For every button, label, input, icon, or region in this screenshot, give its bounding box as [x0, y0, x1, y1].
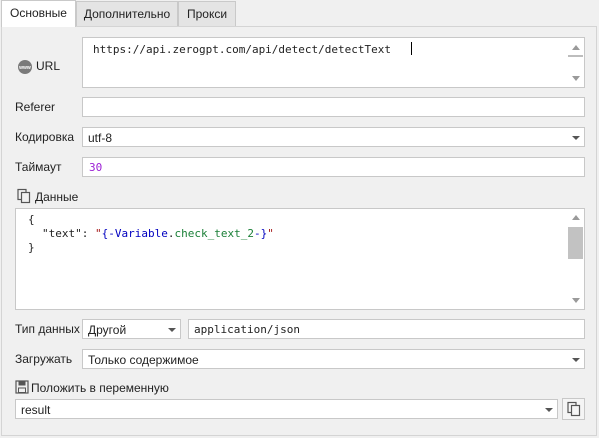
copy-variable-button[interactable]	[562, 398, 585, 420]
encoding-label: Кодировка	[15, 130, 75, 144]
url-label: URL	[36, 59, 61, 73]
json-line-close: }	[28, 241, 35, 254]
svg-text:www: www	[18, 65, 31, 71]
data-type-select[interactable]: Другой	[82, 319, 181, 339]
content-type-input[interactable]: application/json	[188, 319, 585, 339]
copy-icon	[566, 401, 582, 417]
timeout-value: 30	[89, 161, 103, 174]
scroll-up-icon[interactable]	[572, 45, 580, 50]
json-line-open: {	[28, 213, 35, 226]
data-type-value: Другой	[88, 323, 127, 337]
data-scrollbar[interactable]	[567, 209, 584, 309]
url-value: https://api.zerogpt.com/api/detect/detec…	[93, 43, 392, 56]
load-select[interactable]: Только содержимое	[82, 349, 585, 369]
data-body-editor[interactable]: { "text": "{-Variable.check_text_2-}" }	[15, 208, 585, 310]
chevron-down-icon[interactable]	[572, 358, 580, 362]
content-type-value: application/json	[194, 323, 300, 336]
variable-select[interactable]: result	[15, 399, 558, 419]
variable-value: result	[21, 403, 51, 417]
tab-bar: Основные Дополнительно Прокси	[0, 0, 599, 27]
load-label: Загружать	[15, 352, 73, 366]
encoding-select[interactable]: utf-8	[82, 127, 585, 147]
scroll-thumb[interactable]	[568, 55, 583, 57]
text-cursor	[411, 42, 412, 55]
referer-label: Referer	[15, 100, 56, 114]
timeout-label: Таймаут	[15, 160, 62, 174]
scroll-down-icon[interactable]	[572, 76, 580, 81]
encoding-value: utf-8	[88, 131, 113, 145]
chevron-down-icon[interactable]	[572, 136, 580, 140]
scroll-thumb[interactable]	[568, 227, 583, 259]
tab-main[interactable]: Основные	[1, 0, 76, 27]
copy-icon	[16, 188, 32, 204]
chevron-down-icon[interactable]	[168, 328, 176, 332]
chevron-down-icon[interactable]	[545, 408, 553, 412]
data-label: Данные	[35, 190, 79, 204]
referer-input[interactable]	[82, 97, 585, 117]
save-icon	[15, 380, 29, 394]
scroll-up-icon[interactable]	[572, 215, 580, 220]
save-to-variable-label: Положить в переменную	[31, 381, 169, 395]
timeout-input[interactable]: 30	[82, 157, 585, 177]
load-value: Только содержимое	[88, 353, 199, 367]
data-type-label: Тип данных	[15, 322, 80, 336]
tab-additional[interactable]: Дополнительно	[76, 1, 178, 26]
scroll-down-icon[interactable]	[572, 298, 580, 303]
json-line-text: "text": "{-Variable.check_text_2-}"	[42, 227, 274, 240]
tab-proxy[interactable]: Прокси	[178, 1, 236, 26]
url-input[interactable]: https://api.zerogpt.com/api/detect/detec…	[82, 37, 585, 88]
www-globe-icon: www	[17, 59, 33, 75]
url-scrollbar[interactable]	[567, 38, 584, 87]
